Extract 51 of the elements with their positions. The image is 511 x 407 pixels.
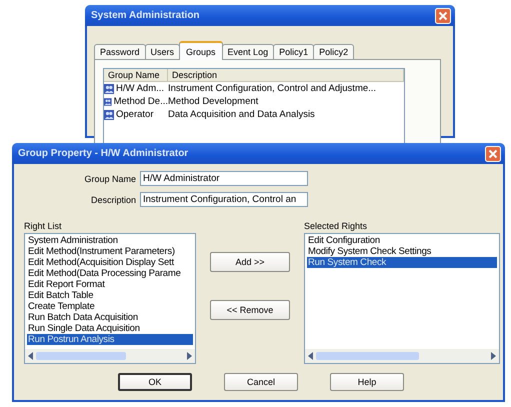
- group-icon: [104, 110, 114, 120]
- right-arrow-icon[interactable]: [490, 352, 496, 360]
- tab[interactable]: Password: [94, 44, 146, 59]
- table-cell: Method Development: [168, 96, 258, 107]
- input-field[interactable]: Instrument Configuration, Control an: [140, 192, 308, 207]
- window-title: Group Property - H/W Administrator: [18, 148, 188, 159]
- right-arrow-icon[interactable]: [186, 352, 192, 360]
- transfer-button[interactable]: Add >>: [210, 252, 290, 272]
- list-caption: Selected Rights: [304, 221, 368, 231]
- table-cell: Method De...: [114, 96, 168, 107]
- horizontal-scrollbar[interactable]: [305, 349, 499, 363]
- list-item[interactable]: Modify System Check Settings: [307, 246, 497, 257]
- table-cell: Data Acquisition and Data Analysis: [168, 109, 315, 120]
- group-icon: [104, 84, 114, 94]
- list-item[interactable]: System Administration: [27, 235, 193, 246]
- list-item[interactable]: Edit Method(Data Processing Parame: [27, 268, 193, 279]
- dialog-button[interactable]: Cancel: [224, 373, 298, 391]
- window-title: System Administration: [91, 10, 200, 21]
- tab[interactable]: Policy1: [273, 44, 314, 59]
- tab[interactable]: Event Log: [222, 44, 274, 59]
- column-header[interactable]: Description: [168, 69, 404, 81]
- list-item[interactable]: Edit Batch Table: [27, 290, 193, 301]
- group-icon: [104, 96, 112, 106]
- left-arrow-icon[interactable]: [28, 352, 34, 360]
- list-item[interactable]: Run Single Data Acquisition: [27, 323, 193, 334]
- tab[interactable]: Policy2: [313, 44, 354, 59]
- list-item[interactable]: Edit Report Format: [27, 279, 193, 290]
- table-cell: Operator: [116, 109, 154, 120]
- table-cell: Instrument Configuration, Control and Adjustme...: [168, 83, 376, 94]
- horizontal-scrollbar[interactable]: [25, 349, 195, 363]
- close-icon[interactable]: [485, 146, 501, 162]
- list-item[interactable]: Run Postrun Analysis: [27, 334, 193, 345]
- list-item[interactable]: Edit Configuration: [307, 235, 497, 246]
- field-label: Group Name: [83, 174, 136, 184]
- tab[interactable]: Users: [144, 44, 180, 59]
- list-item[interactable]: Edit Method(Instrument Parameters): [27, 246, 193, 257]
- list-item[interactable]: Run Batch Data Acquisition: [27, 312, 193, 323]
- field-label: Description: [90, 194, 136, 204]
- input-field[interactable]: H/W Administrator: [140, 171, 308, 186]
- transfer-button[interactable]: << Remove: [210, 300, 290, 320]
- table-cell: H/W Adm...: [116, 83, 164, 94]
- close-icon[interactable]: [435, 8, 451, 24]
- list-item[interactable]: Run System Check: [307, 257, 497, 268]
- left-arrow-icon[interactable]: [308, 352, 314, 360]
- list-item[interactable]: Edit Method(Acquisition Display Sett: [27, 257, 193, 268]
- column-header[interactable]: Group Name: [104, 69, 168, 81]
- tab[interactable]: Groups: [179, 41, 223, 60]
- list-item[interactable]: Create Template: [27, 301, 193, 312]
- list-caption: Right List: [24, 221, 63, 231]
- dialog-button[interactable]: Help: [330, 373, 404, 391]
- dialog-button[interactable]: OK: [118, 373, 192, 391]
